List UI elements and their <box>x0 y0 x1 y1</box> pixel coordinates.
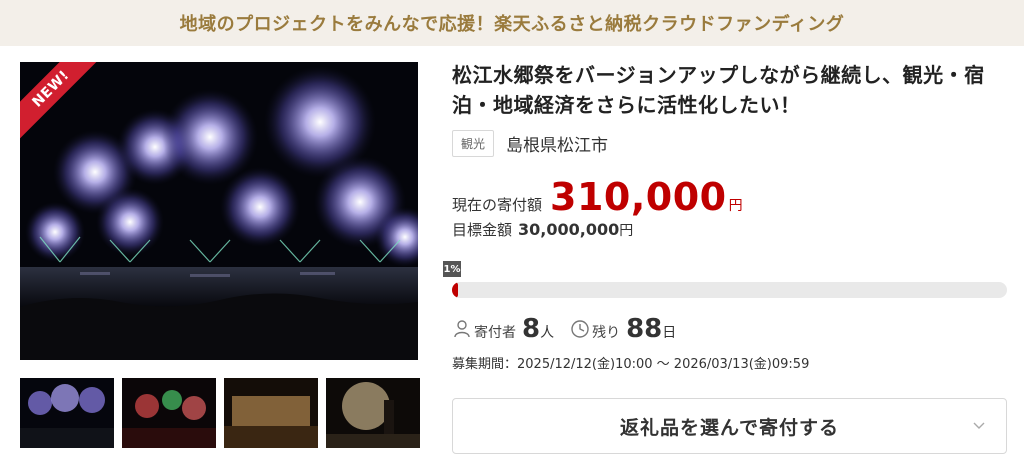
thumbnail-gallery <box>20 378 420 448</box>
project-title: 松江水郷祭をバージョンアップしながら継続し、観光・宿泊・地域経済をさらに活性化し… <box>452 63 985 117</box>
thumbnail-image <box>224 378 318 448</box>
thumbnail-4[interactable] <box>326 378 420 448</box>
current-donation: 現在の寄付額 310,000 円 <box>452 175 1008 219</box>
project-meta: 観光 島根県松江市 <box>452 130 1008 157</box>
goal-unit: 円 <box>619 223 634 239</box>
clock-icon <box>571 320 589 338</box>
donors-label: 寄付者 <box>474 325 516 341</box>
progress-percent-badge: 1% <box>443 261 461 277</box>
remaining-unit: 日 <box>662 325 677 341</box>
donors-count: 8 <box>522 314 541 344</box>
thumbnail-1[interactable] <box>20 378 114 448</box>
thumbnail-image <box>20 378 114 448</box>
banner-text: 地域のプロジェクトをみんなで応援！楽天ふるさと納税クラウドファンディング <box>179 14 845 35</box>
donors-unit: 人 <box>540 325 555 341</box>
fireworks-image <box>20 62 418 360</box>
remaining-days: 88 <box>626 314 663 344</box>
thumbnail-image <box>326 378 420 448</box>
progress-bar <box>452 282 1007 298</box>
thumbnail-2[interactable] <box>122 378 216 448</box>
donate-button[interactable]: 返礼品を選んで寄付する <box>452 398 1007 454</box>
location-text[interactable]: 島根県松江市 <box>506 131 608 156</box>
thumbnail-image <box>122 378 216 448</box>
category-tag[interactable]: 観光 <box>452 130 495 157</box>
current-amount: 310,000 <box>550 175 727 219</box>
goal-amount: 30,000,000 <box>518 220 620 239</box>
current-unit: 円 <box>728 198 743 214</box>
stats-row: 寄付者 8 人 残り 88 日 <box>452 314 676 344</box>
chevron-down-icon <box>973 422 985 429</box>
main-photo[interactable]: NEW! <box>20 62 418 360</box>
thumbnail-3[interactable] <box>224 378 318 448</box>
progress-fill <box>452 282 458 298</box>
donate-button-label: 返礼品を選んで寄付する <box>619 416 840 439</box>
person-icon <box>454 320 470 338</box>
crowdfunding-banner: 地域のプロジェクトをみんなで応援！楽天ふるさと納税クラウドファンディング <box>0 0 1024 46</box>
current-label: 現在の寄付額 <box>452 196 543 214</box>
remaining-label: 残り <box>592 325 621 341</box>
project-info: 松江水郷祭をバージョンアップしながら継続し、観光・宿泊・地域経済をさらに活性化し… <box>452 60 1008 240</box>
goal-label: 目標金額 <box>452 221 513 239</box>
recruitment-period: 募集期間：2025/12/12(金)10:00 〜 2026/03/13(金)0… <box>452 357 810 372</box>
goal-amount-row: 目標金額 30,000,000 円 <box>452 219 1008 240</box>
